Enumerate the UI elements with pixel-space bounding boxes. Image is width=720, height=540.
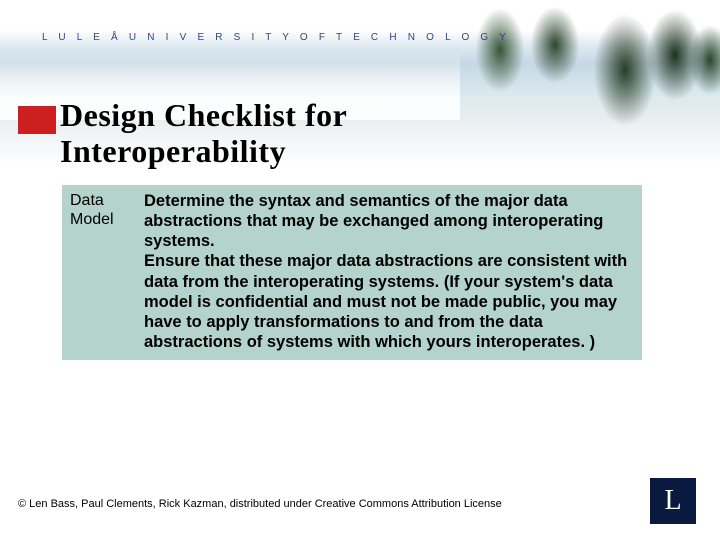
checklist-table: Data Model Determine the syntax and sema… (62, 185, 642, 360)
title-accent-box (18, 106, 56, 134)
table-row-content: Determine the syntax and semantics of th… (140, 187, 640, 358)
table-row-label: Data Model (64, 187, 140, 358)
university-logo: L (650, 478, 696, 524)
logo-letter: L (664, 485, 681, 517)
title-line-1: Design Checklist for (60, 97, 347, 133)
content-paragraph-1: Determine the syntax and semantics of th… (144, 191, 634, 251)
title-block: Design Checklist for Interoperability (18, 98, 690, 170)
attribution-footer: © Len Bass, Paul Clements, Rick Kazman, … (18, 498, 502, 510)
title-line-2: Interoperability (60, 133, 286, 169)
university-name: L U L E Å U N I V E R S I T Y O F T E C … (42, 32, 510, 43)
slide-title: Design Checklist for Interoperability (60, 98, 347, 170)
content-paragraph-2: Ensure that these major data abstraction… (144, 251, 634, 352)
